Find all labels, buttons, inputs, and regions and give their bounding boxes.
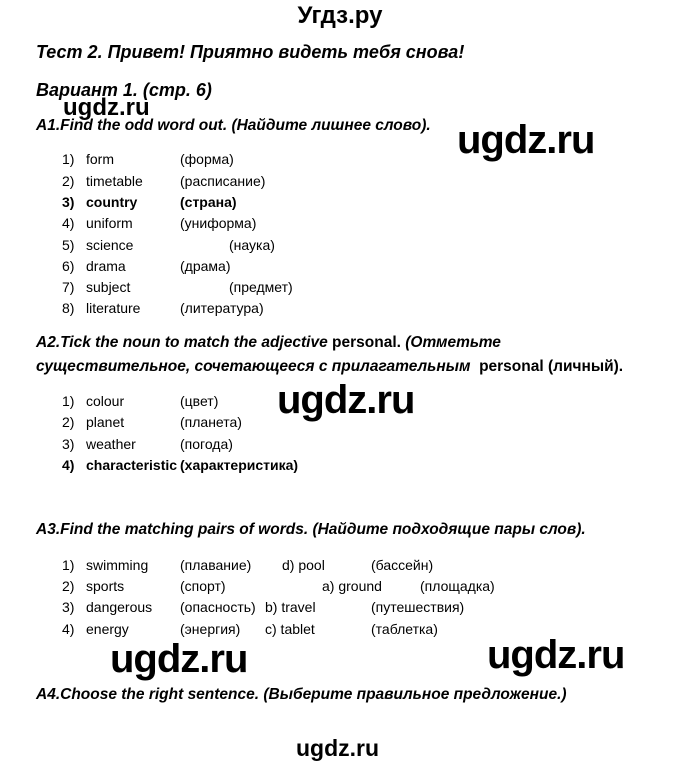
question-a2-line2: существительное, сочетающееся с прилагат… bbox=[36, 358, 623, 376]
item-word: form bbox=[86, 151, 114, 167]
watermark: ugdz.ru bbox=[487, 633, 625, 677]
item-translation: (погода) bbox=[180, 436, 233, 452]
item-match-translation: (площадка) bbox=[420, 578, 495, 594]
item-number: 3) bbox=[62, 436, 75, 452]
item-word: timetable bbox=[86, 173, 143, 189]
item-number: 3) bbox=[62, 599, 75, 615]
test-title: Тест 2. Привет! Приятно видеть тебя снов… bbox=[36, 42, 465, 62]
item-word: science bbox=[86, 237, 134, 253]
item-match-translation: (таблетка) bbox=[371, 621, 438, 637]
item-match: a) ground bbox=[322, 578, 382, 594]
item-translation: (характеристика) bbox=[180, 457, 299, 473]
item-translation: (форма) bbox=[180, 151, 234, 167]
question-a2: A2.Tick the noun to match the adjective … bbox=[36, 334, 501, 352]
question-text: существительное, сочетающееся с прилагат… bbox=[36, 358, 471, 375]
item-match: b) travel bbox=[265, 599, 316, 615]
watermark: ugdz.ru bbox=[296, 735, 380, 761]
item-word: planet bbox=[86, 414, 125, 430]
question-text: (Отметьте bbox=[405, 334, 501, 351]
item-translation: (расписание) bbox=[180, 173, 266, 189]
item-translation: (цвет) bbox=[180, 393, 219, 409]
item-number: 2) bbox=[62, 173, 75, 189]
item-match-translation: (путешествия) bbox=[371, 599, 465, 615]
site-title: Угдз.ру bbox=[297, 2, 383, 29]
item-word: sports bbox=[86, 578, 125, 594]
item-translation: (униформа) bbox=[180, 215, 257, 231]
item-number: 5) bbox=[62, 237, 75, 253]
item-translation: (плавание) bbox=[180, 557, 252, 573]
watermark: ugdz.ru bbox=[277, 378, 415, 422]
item-number: 3) bbox=[62, 194, 75, 210]
watermark: ugdz.ru bbox=[110, 637, 248, 681]
item-number: 4) bbox=[62, 457, 75, 473]
item-number: 1) bbox=[62, 557, 75, 573]
item-word: uniform bbox=[86, 215, 133, 231]
item-word: literature bbox=[86, 300, 141, 316]
watermark: ugdz.ru bbox=[457, 118, 595, 162]
item-number: 8) bbox=[62, 300, 75, 316]
item-number: 4) bbox=[62, 215, 75, 231]
item-translation: (драма) bbox=[180, 258, 231, 274]
item-number: 2) bbox=[62, 578, 75, 594]
item-word: subject bbox=[86, 279, 131, 295]
item-number: 1) bbox=[62, 393, 75, 409]
question-a3: A3.Find the matching pairs of words. (На… bbox=[36, 521, 586, 538]
question-keyword: personal. bbox=[332, 334, 401, 351]
item-match: d) pool bbox=[282, 557, 325, 573]
item-number: 1) bbox=[62, 151, 75, 167]
question-a4: A4.Choose the right sentence. (Выберите … bbox=[36, 686, 567, 703]
question-keyword: personal (личный). bbox=[479, 358, 624, 375]
item-translation: (спорт) bbox=[180, 578, 226, 594]
item-translation: (литература) bbox=[180, 300, 264, 316]
question-text: A2.Tick the noun to match the adjective bbox=[36, 334, 328, 351]
question-a1: A1.Find the odd word out. (Найдите лишне… bbox=[36, 117, 431, 134]
item-number: 6) bbox=[62, 258, 75, 274]
item-word: country bbox=[86, 194, 138, 210]
item-translation: (предмет) bbox=[229, 279, 293, 295]
item-translation: (наука) bbox=[229, 237, 275, 253]
item-word: swimming bbox=[86, 557, 149, 573]
item-number: 4) bbox=[62, 621, 75, 637]
item-match-translation: (бассейн) bbox=[371, 557, 434, 573]
item-number: 7) bbox=[62, 279, 75, 295]
item-word: characteristic bbox=[86, 457, 178, 473]
item-translation: (страна) bbox=[180, 194, 237, 210]
item-word: energy bbox=[86, 621, 129, 637]
item-translation: (планета) bbox=[180, 414, 242, 430]
item-word: dangerous bbox=[86, 599, 153, 615]
item-translation: (энергия) bbox=[180, 621, 241, 637]
item-translation: (опасность) bbox=[180, 599, 256, 615]
item-number: 2) bbox=[62, 414, 75, 430]
item-word: weather bbox=[86, 436, 136, 452]
item-word: colour bbox=[86, 393, 125, 409]
item-match: c) tablet bbox=[265, 621, 315, 637]
item-word: drama bbox=[86, 258, 126, 274]
